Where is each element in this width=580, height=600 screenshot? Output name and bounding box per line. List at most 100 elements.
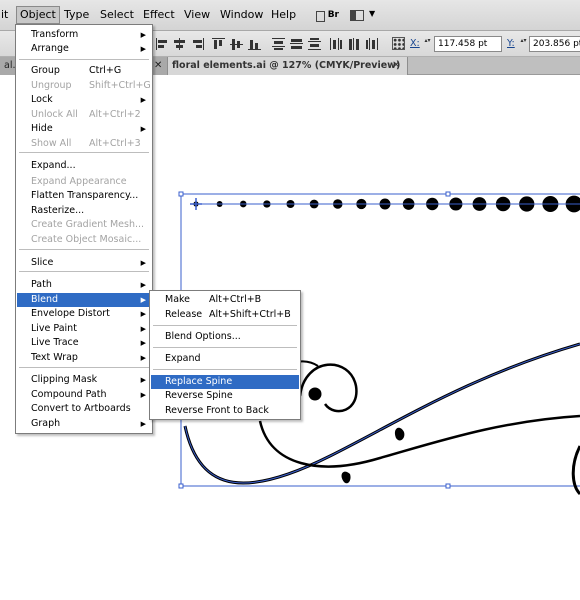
menu-item-shortcut: Alt+Ctrl+B (209, 294, 262, 305)
menu-item-slice[interactable]: Slice ▶ (17, 256, 151, 270)
menu-item-shortcut: Shift+Ctrl+G (89, 80, 151, 91)
align-top-icon[interactable] (212, 38, 225, 50)
menu-item-create-object-mosaic[interactable]: Create Object Mosaic... (17, 233, 151, 247)
menu-item-label: Show All (31, 138, 72, 149)
menu-item-label: Rasterize... (31, 205, 85, 216)
menu-item-reverse-front-to-back[interactable]: Reverse Front to Back (151, 404, 299, 418)
submenu-arrow-icon: ▶ (140, 125, 146, 133)
align-vcenter-icon[interactable] (230, 38, 243, 50)
document-tab-label: floral elements.ai @ 127% (CMYK/Preview) (172, 60, 401, 71)
menu-item-arrange[interactable]: Arrange ▶ (17, 42, 151, 56)
menu-item-create-gradient-mesh[interactable]: Create Gradient Mesh... (17, 218, 151, 232)
menu-item-release[interactable]: Release Alt+Shift+Ctrl+B (151, 308, 299, 322)
menu-select[interactable]: Select (97, 8, 137, 22)
menu-item-reverse-spine[interactable]: Reverse Spine (151, 389, 299, 403)
menu-item-label: Transform (31, 29, 79, 40)
chevron-down-icon: ▼ (369, 9, 376, 18)
close-icon[interactable]: ✕ (392, 57, 400, 74)
object-menu: Transform ▶ Arrange ▶ Group Ctrl+G Ungroup Shif… (15, 24, 153, 434)
menu-window[interactable]: Window (217, 8, 266, 22)
menu-type[interactable]: Type (61, 8, 92, 22)
anchor-point-icon[interactable] (190, 198, 202, 210)
distribute-left-icon[interactable] (330, 38, 343, 50)
document-tab-active[interactable]: floral elements.ai @ 127% (CMYK/Preview)… (168, 57, 408, 75)
menu-item-lock[interactable]: Lock ▶ (17, 93, 151, 107)
right-curl (571, 445, 580, 496)
menu-item-label: Group (31, 65, 60, 76)
menu-item-label: Expand (165, 353, 201, 364)
menu-item-live-trace[interactable]: Live Trace ▶ (17, 336, 151, 350)
distribute-bottom-icon[interactable] (308, 38, 321, 50)
align-left-icon[interactable] (156, 38, 169, 50)
menu-item-blend-options[interactable]: Blend Options... (151, 330, 299, 344)
submenu-arrow-icon: ▶ (140, 376, 146, 384)
menu-item-convert-to-artboards[interactable]: Convert to Artboards (17, 402, 151, 416)
menu-item-blend[interactable]: Blend ▶ (17, 293, 151, 307)
menu-item-live-paint[interactable]: Live Paint ▶ (17, 322, 151, 336)
menu-item-label: Convert to Artboards (31, 403, 131, 414)
menu-item-group[interactable]: Group Ctrl+G (17, 64, 151, 78)
distribute-right-icon[interactable] (366, 38, 379, 50)
menu-item-label: Lock (31, 94, 53, 105)
reference-point-icon[interactable] (392, 37, 405, 50)
menu-item-shortcut: Alt+Ctrl+3 (89, 138, 141, 149)
menu-item-label: Unlock All (31, 109, 78, 120)
menu-item-replace-spine[interactable]: Replace Spine (151, 375, 299, 389)
x-stepper-icon[interactable]: ▴▾ (423, 37, 432, 51)
menu-item-label: Path (31, 279, 52, 290)
menu-separator (19, 367, 149, 368)
submenu-arrow-icon: ▶ (140, 45, 146, 53)
menu-item-label: Flatten Transparency... (31, 190, 139, 201)
menu-item-expand[interactable]: Expand (151, 352, 299, 366)
distribute-top-icon[interactable] (272, 38, 285, 50)
distribute-hcenter-icon[interactable] (348, 38, 361, 50)
submenu-arrow-icon: ▶ (140, 310, 146, 318)
menu-item-compound-path[interactable]: Compound Path ▶ (17, 388, 151, 402)
menu-separator (19, 271, 149, 272)
menu-separator (19, 59, 149, 60)
menu-item-clipping-mask[interactable]: Clipping Mask ▶ (17, 373, 151, 387)
menu-item-expand-appearance[interactable]: Expand Appearance (17, 175, 151, 189)
menu-item-label: Ungroup (31, 80, 72, 91)
menu-view[interactable]: View (181, 8, 213, 22)
blend-dots (190, 195, 580, 213)
menu-separator (19, 152, 149, 153)
submenu-arrow-icon: ▶ (140, 420, 146, 428)
menu-edit[interactable]: it (0, 8, 11, 22)
menu-item-label: Create Object Mosaic... (31, 234, 142, 245)
menu-item-envelope-distort[interactable]: Envelope Distort ▶ (17, 307, 151, 321)
menu-item-text-wrap[interactable]: Text Wrap ▶ (17, 351, 151, 365)
menu-item-expand[interactable]: Expand... (17, 159, 151, 173)
menu-item-label: Hide (31, 123, 53, 134)
menu-item-transform[interactable]: Transform ▶ (17, 28, 151, 42)
menu-effect[interactable]: Effect (140, 8, 178, 22)
menu-item-path[interactable]: Path ▶ (17, 278, 151, 292)
menu-item-label: Clipping Mask (31, 374, 98, 385)
workspace-switcher[interactable]: ▼ (347, 6, 377, 24)
submenu-arrow-icon: ▶ (140, 339, 146, 347)
menu-item-show-all[interactable]: Show All Alt+Ctrl+3 (17, 137, 151, 151)
menu-item-unlock-all[interactable]: Unlock All Alt+Ctrl+2 (17, 108, 151, 122)
menu-item-label: Blend (31, 294, 59, 305)
workspace-icon (350, 10, 364, 21)
close-icon[interactable]: ✕ (154, 57, 162, 74)
x-position-field[interactable]: 117.458 pt (434, 36, 502, 52)
menu-item-label: Live Paint (31, 323, 77, 334)
distribute-vcenter-icon[interactable] (290, 38, 303, 50)
menu-item-flatten-transparency[interactable]: Flatten Transparency... (17, 189, 151, 203)
align-right-icon[interactable] (191, 38, 204, 50)
y-stepper-icon[interactable]: ▴▾ (519, 37, 528, 51)
y-position-field[interactable]: 203.856 pt (529, 36, 580, 52)
menu-help[interactable]: Help (268, 8, 299, 22)
menu-item-graph[interactable]: Graph ▶ (17, 417, 151, 431)
align-bottom-icon[interactable] (248, 38, 261, 50)
bridge-button[interactable]: Br (313, 6, 343, 24)
bridge-label: Br (327, 10, 339, 20)
menu-object[interactable]: Object (16, 6, 60, 24)
menu-item-ungroup[interactable]: Ungroup Shift+Ctrl+G (17, 79, 151, 93)
align-hcenter-icon[interactable] (173, 38, 186, 50)
menu-separator (153, 325, 297, 326)
menu-item-make[interactable]: Make Alt+Ctrl+B (151, 293, 299, 307)
menu-item-rasterize[interactable]: Rasterize... (17, 204, 151, 218)
menu-item-hide[interactable]: Hide ▶ (17, 122, 151, 136)
